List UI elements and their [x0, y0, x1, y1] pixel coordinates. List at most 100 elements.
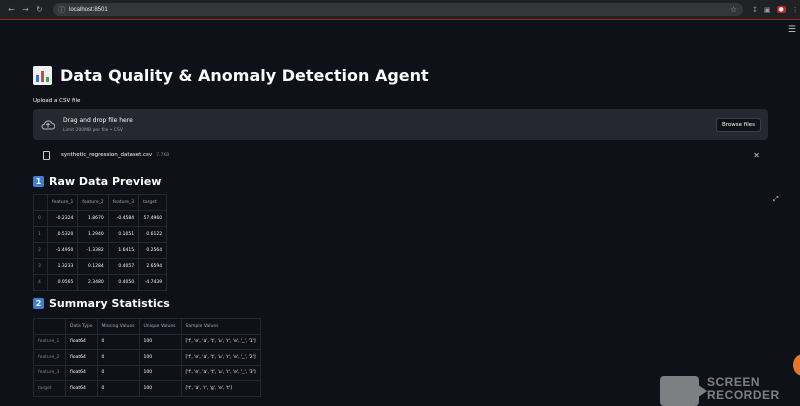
- section-title: Summary Statistics: [49, 297, 170, 310]
- uploaded-file: synthetic_regression_dataset.csv 7.7KB ✕: [33, 148, 768, 162]
- floating-action-icon[interactable]: [793, 354, 800, 376]
- table-cell: 57.4960: [138, 210, 168, 227]
- table-row: target float64 0 100 ['t', 'a', 'r', 'g'…: [33, 380, 261, 397]
- table-cell: 100: [138, 380, 182, 397]
- table-cell: ['f', 'e', 'a', 't', 'u', 'r', 'e', '_',…: [180, 349, 261, 366]
- table-cell: 0: [96, 380, 140, 397]
- forward-icon[interactable]: →: [21, 5, 30, 14]
- cloud-upload-icon: [40, 117, 55, 132]
- row-index: 4: [33, 274, 48, 291]
- screen-recorder-watermark: SCREEN RECORDER: [660, 376, 780, 406]
- browser-nav: ← → ↻: [7, 5, 44, 14]
- table-cell: float64: [65, 364, 98, 381]
- row-index: feature_2: [33, 349, 66, 366]
- fullscreen-icon[interactable]: ⤢: [773, 195, 779, 204]
- column-header[interactable]: feature_1: [46, 194, 79, 211]
- raw-data-table[interactable]: feature_1 feature_2 feature_3 target 0 -…: [33, 194, 168, 291]
- table-header-row: Data Type Missing Values Unique Values S…: [33, 318, 261, 335]
- watermark-line: RECORDER: [707, 388, 780, 402]
- table-cell: 2.3480: [77, 274, 109, 291]
- table-row: 0 -0.2324 1.8670 -0.4584 57.4960: [33, 210, 168, 227]
- table-cell: 0.5320: [46, 226, 79, 243]
- drop-instruction: Drag and drop file here: [63, 116, 133, 124]
- url-text: localhost:8501: [69, 6, 108, 13]
- row-index: 2: [33, 242, 48, 259]
- table-header-row: feature_1 feature_2 feature_3 target: [33, 194, 168, 211]
- column-header[interactable]: feature_3: [107, 194, 140, 211]
- toolbar-divider: [0, 19, 800, 20]
- table-cell: 0.4050: [107, 274, 140, 291]
- site-info-icon[interactable]: ⓘ: [58, 5, 65, 15]
- table-cell: 1.8670: [77, 210, 109, 227]
- browse-files-button[interactable]: Browse files: [715, 117, 761, 132]
- bar-chart-emoji-icon: [33, 66, 52, 85]
- column-header[interactable]: target: [138, 194, 168, 211]
- upload-label: Upload a CSV file: [33, 98, 81, 104]
- star-icon[interactable]: ☆: [730, 5, 737, 14]
- upload-limit: Limit 200MB per file • CSV: [63, 127, 123, 133]
- table-row: feature_2 float64 0 100 ['f', 'e', 'a', …: [33, 349, 261, 366]
- table-cell: 100: [138, 349, 182, 366]
- table-row: 3 1.3233 0.1284 0.4057 2.6594: [33, 258, 168, 275]
- browser-actions: ↧ ▣ ● ⋮: [752, 6, 799, 14]
- section-title: Raw Data Preview: [49, 175, 162, 188]
- table-cell: 0.6122: [138, 226, 168, 243]
- table-cell: -0.2324: [46, 210, 79, 227]
- table-cell: ['f', 'e', 'a', 't', 'u', 'r', 'e', '_',…: [180, 333, 261, 350]
- row-index: 1: [33, 226, 48, 243]
- column-header[interactable]: Sample Values: [180, 318, 261, 335]
- table-cell: -0.4584: [107, 210, 140, 227]
- file-dropzone[interactable]: Drag and drop file here Limit 200MB per …: [33, 109, 768, 140]
- row-index: target: [33, 380, 66, 397]
- uploaded-file-size: 7.7KB: [156, 152, 170, 158]
- table-cell: 100: [138, 333, 182, 350]
- column-header[interactable]: Data Type: [65, 318, 98, 335]
- column-header[interactable]: Missing Values: [96, 318, 140, 335]
- column-header[interactable]: Unique Values: [138, 318, 182, 335]
- remove-file-icon[interactable]: ✕: [753, 151, 760, 160]
- row-index: feature_1: [33, 333, 66, 350]
- extension-icon[interactable]: ▣: [764, 6, 771, 14]
- table-cell: 0: [96, 364, 140, 381]
- address-bar[interactable]: ⓘ localhost:8501 ☆: [53, 3, 743, 16]
- table-cell: 0: [96, 349, 140, 366]
- table-row: 1 0.5320 1.2940 0.1051 0.6122: [33, 226, 168, 243]
- table-cell: 0.1051: [107, 226, 140, 243]
- menu-icon[interactable]: ⋮: [792, 6, 799, 14]
- page-title-text: Data Quality & Anomaly Detection Agent: [60, 66, 429, 85]
- reload-icon[interactable]: ↻: [35, 5, 44, 14]
- number-two-icon: 2: [33, 298, 44, 309]
- table-row: 2 -1.4950 -1.3382 1.6415 0.2564: [33, 242, 168, 259]
- table-cell: float64: [65, 333, 98, 350]
- table-cell: 0.4057: [107, 258, 140, 275]
- watermark-text: SCREEN RECORDER: [707, 376, 780, 402]
- table-cell: ['f', 'e', 'a', 't', 'u', 'r', 'e', '_',…: [180, 364, 261, 381]
- table-cell: 2.6594: [138, 258, 168, 275]
- table-cell: float64: [65, 349, 98, 366]
- video-camera-icon: [660, 376, 707, 406]
- table-cell: 1.6415: [107, 242, 140, 259]
- number-one-icon: 1: [33, 176, 44, 187]
- download-icon[interactable]: ↧: [752, 6, 758, 14]
- section-heading-raw-data: 1 Raw Data Preview: [33, 175, 161, 188]
- table-cell: 1.3233: [46, 258, 79, 275]
- table-row: 4 0.0565 2.3480 0.4050 -4.7439: [33, 274, 168, 291]
- file-icon: [43, 150, 50, 160]
- column-header[interactable]: feature_2: [77, 194, 109, 211]
- table-cell: 0.0565: [46, 274, 79, 291]
- summary-statistics-table[interactable]: Data Type Missing Values Unique Values S…: [33, 318, 261, 397]
- table-cell: 0: [96, 333, 140, 350]
- uploaded-file-name: synthetic_regression_dataset.csv: [61, 152, 153, 158]
- table-row: feature_3 float64 0 100 ['f', 'e', 'a', …: [33, 364, 261, 381]
- profile-icon[interactable]: ●: [776, 6, 786, 13]
- table-cell: -4.7439: [138, 274, 168, 291]
- back-icon[interactable]: ←: [7, 5, 16, 14]
- dropzone-text: Drag and drop file here Limit 200MB per …: [63, 117, 133, 133]
- table-cell: -1.4950: [46, 242, 79, 259]
- column-header[interactable]: [33, 194, 48, 211]
- table-row: feature_1 float64 0 100 ['f', 'e', 'a', …: [33, 333, 261, 350]
- column-header[interactable]: [33, 318, 66, 335]
- hamburger-menu-icon[interactable]: ☰: [788, 25, 796, 35]
- app-main: Data Quality & Anomaly Detection Agent U…: [33, 66, 768, 397]
- table-cell: ['t', 'a', 'r', 'g', 'e', 't']: [180, 380, 261, 397]
